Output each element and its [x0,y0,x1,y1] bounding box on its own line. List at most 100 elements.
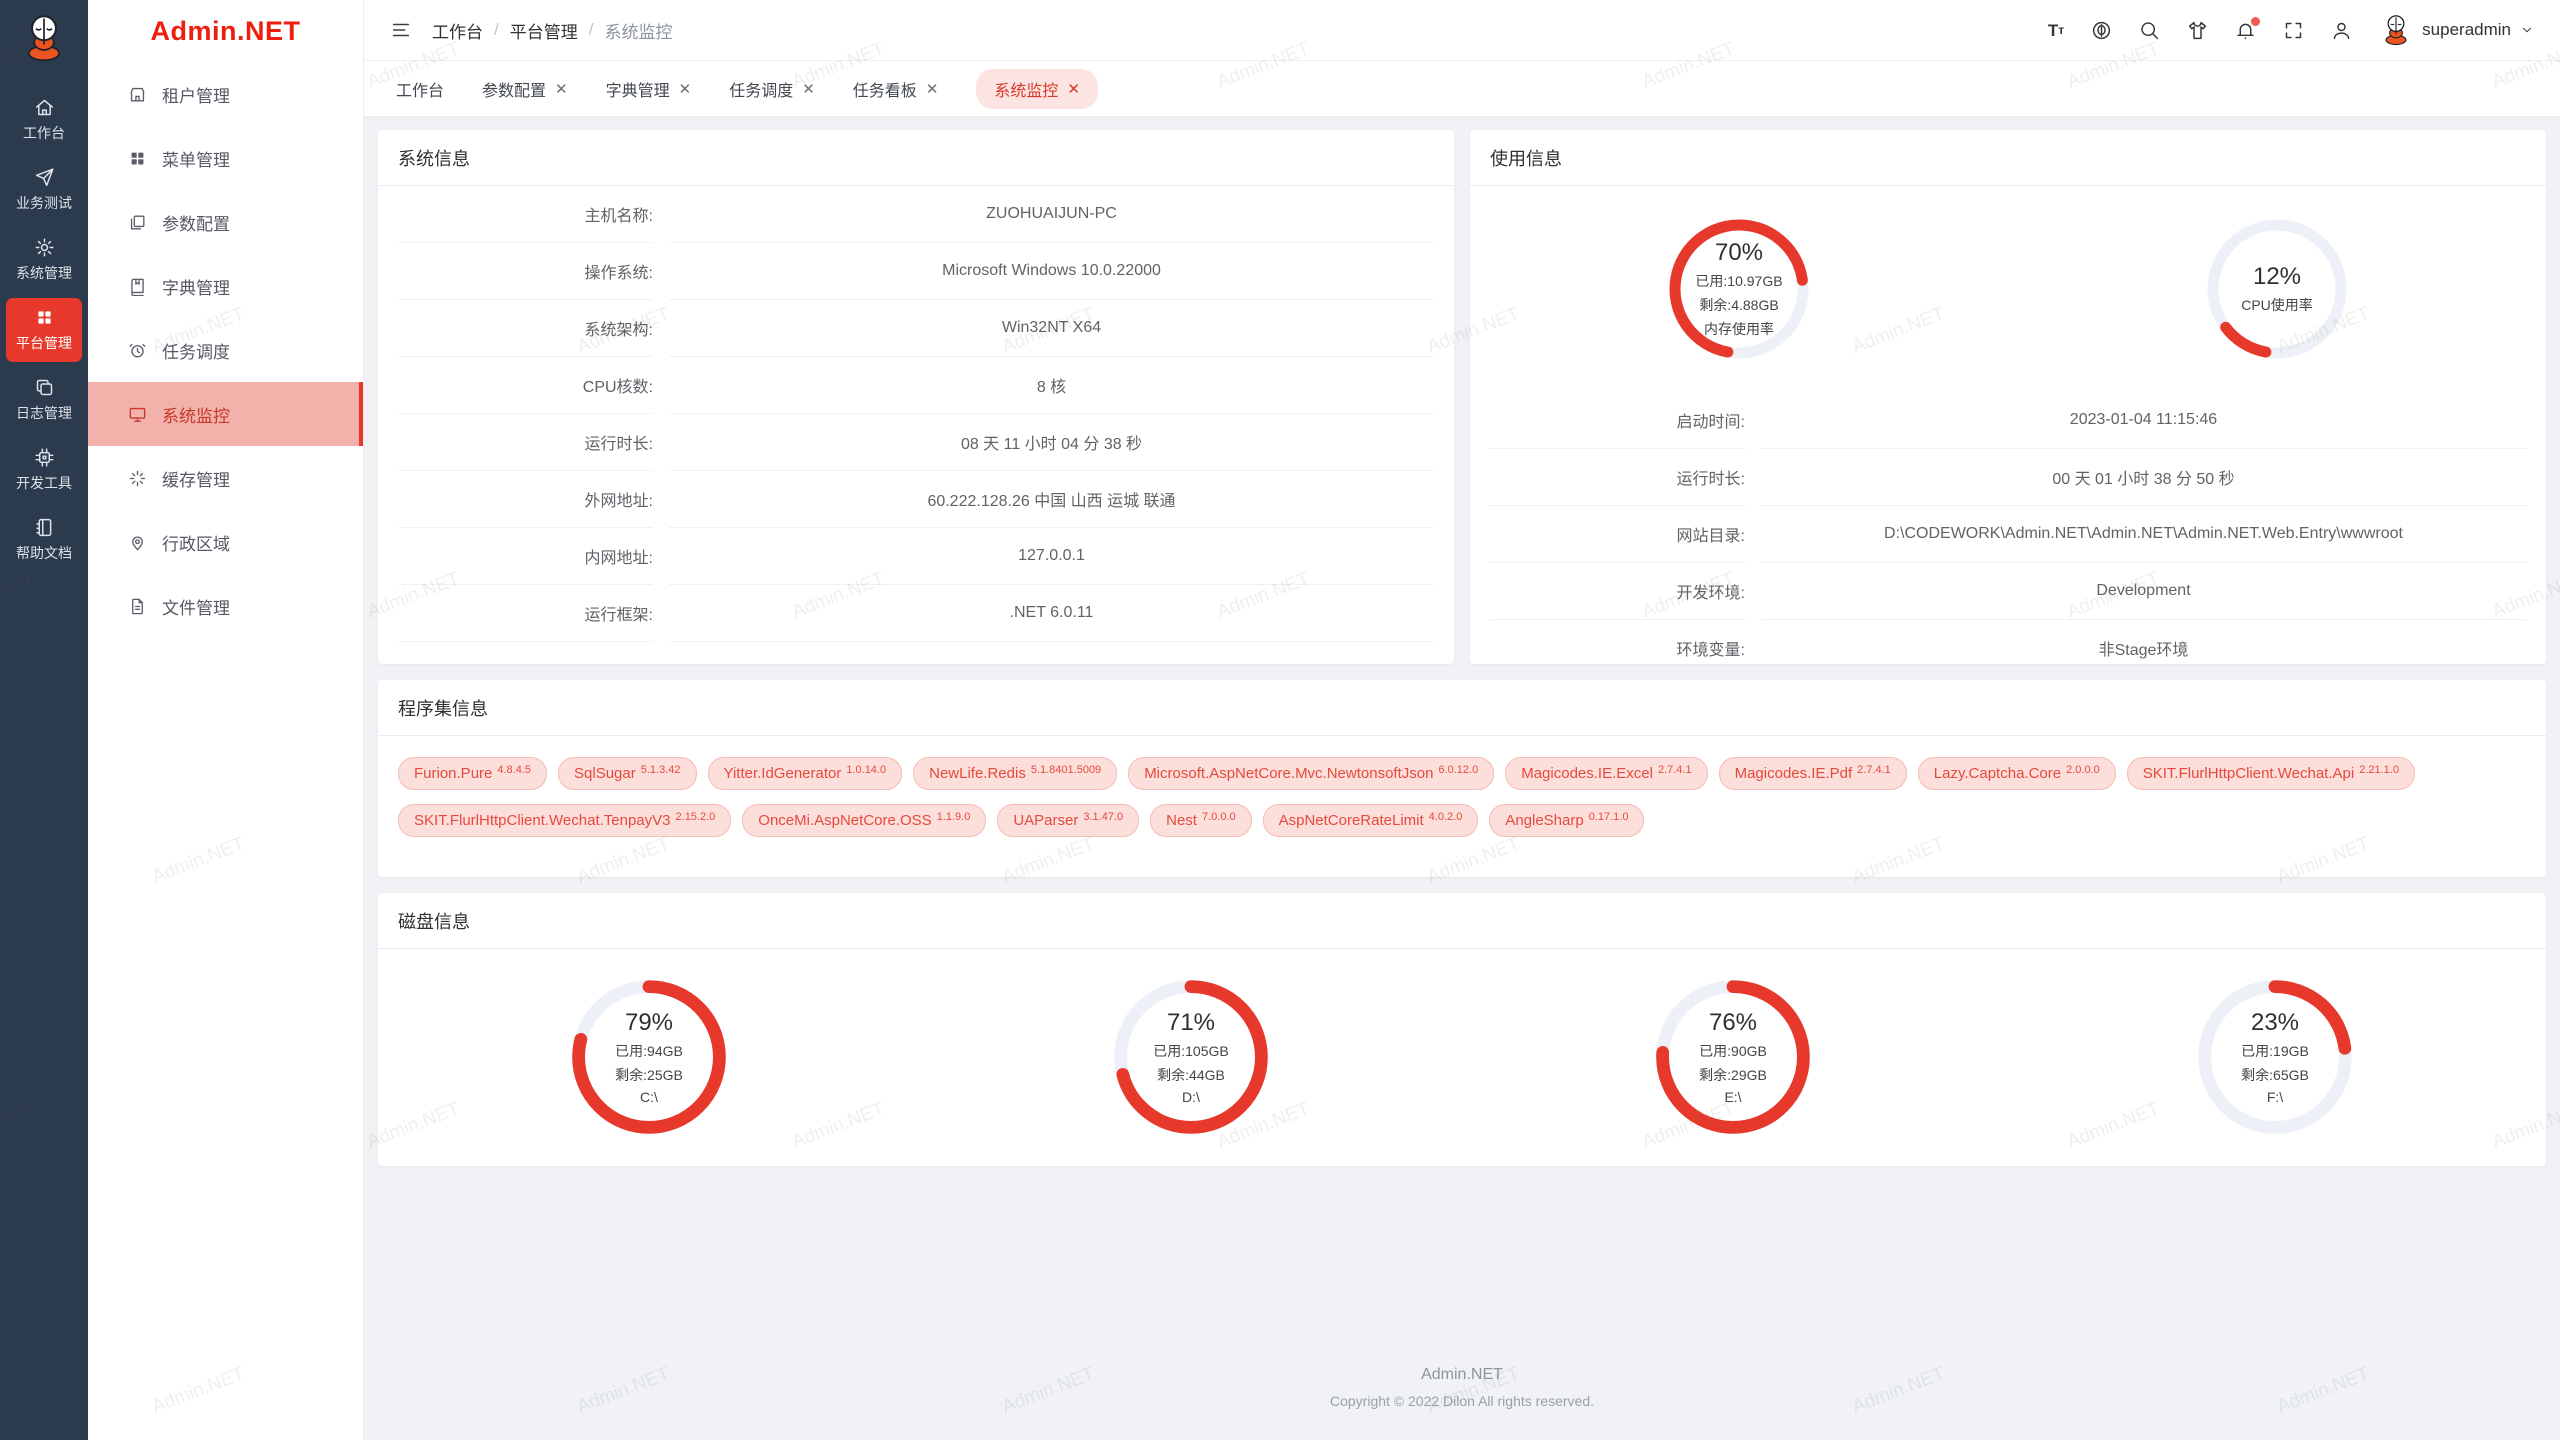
avatar [2379,13,2413,47]
sidebar-item-config[interactable]: 参数配置 [88,190,363,254]
rail-item-help-docs[interactable]: 帮助文档 [6,508,82,572]
sidebar-item-menu[interactable]: 菜单管理 [88,126,363,190]
row-value: D:\CODEWORK\Admin.NET\Admin.NET\Admin.NE… [1761,506,2526,563]
fullscreen-icon[interactable] [2283,20,2304,41]
breadcrumb-separator: / [589,20,594,40]
tab-monitor[interactable]: 系统监控 ✕ [976,69,1098,109]
table-row: 运行时长: 08 天 11 小时 04 分 38 秒 [398,414,1434,471]
page-footer: Admin.NET Copyright © 2022 Dilon All rig… [378,1366,2546,1409]
sidebar-item-schedule[interactable]: 任务调度 [88,318,363,382]
tab-label: 任务调度 [729,77,793,101]
rail-item-label: 开发工具 [16,473,72,493]
gauge-drive: F:\ [2267,1089,2283,1105]
close-icon[interactable]: ✕ [1067,80,1080,98]
tab-task-board[interactable]: 任务看板✕ [853,77,939,101]
page-content: 系统信息 主机名称: ZUOHUAIJUN-PC 操作系统: Microsoft… [364,116,2560,1440]
bell-icon[interactable] [2235,20,2256,41]
breadcrumb-current: 系统监控 [604,18,672,43]
card-title: 程序集信息 [378,680,2546,736]
row-value: 2023-01-04 11:15:46 [1761,392,2526,449]
rail-item-platform-mgmt[interactable]: 平台管理 [6,298,82,362]
card-title: 磁盘信息 [378,893,2546,949]
user-menu[interactable]: superadmin [2379,13,2534,47]
tag-name: SKIT.FlurlHttpClient.Wechat.Api [2143,765,2354,782]
gear-icon [34,237,55,258]
gauge-used: 已用:10.97GB [1695,271,1782,291]
sidebar-item-monitor[interactable]: 系统监控 [88,382,363,446]
gauge-free: 剩余:25GB [615,1065,683,1085]
collapse-menu-icon[interactable] [390,19,412,41]
breadcrumb-platform[interactable]: 平台管理 [510,18,578,43]
table-row: 运行框架: .NET 6.0.11 [398,585,1434,642]
rail-item-biz-test[interactable]: 业务测试 [6,158,82,222]
notification-badge [2251,17,2260,26]
system-info-card: 系统信息 主机名称: ZUOHUAIJUN-PC 操作系统: Microsoft… [378,130,1454,664]
row-label: 外网地址: [398,471,653,528]
sidebar-item-cache[interactable]: 缓存管理 [88,446,363,510]
table-row: 启动时间: 2023-01-04 11:15:46 [1490,392,2526,449]
sidebar-item-label: 文件管理 [162,594,230,619]
tag-version: 7.0.0.0 [1202,811,1236,823]
module-rail: 工作台 业务测试 系统管理 平台管理 日志管理 开发工具 帮助文档 [0,0,88,1440]
theme-shirt-icon[interactable] [2187,20,2208,41]
person-icon[interactable] [2331,20,2352,41]
rail-item-dev-tools[interactable]: 开发工具 [6,438,82,502]
breadcrumb-workbench[interactable]: 工作台 [432,18,483,43]
search-icon[interactable] [2139,20,2160,41]
sidebar-item-dict[interactable]: 字典管理 [88,254,363,318]
sidebar-item-files[interactable]: 文件管理 [88,574,363,638]
close-icon[interactable]: ✕ [926,80,939,98]
table-row: 环境变量: 非Stage环境 [1490,620,2526,677]
row-value: Development [1761,563,2526,620]
rail-item-label: 帮助文档 [16,543,72,563]
tag-version: 2.7.4.1 [1658,764,1692,776]
table-row: 开发环境: Development [1490,563,2526,620]
close-icon[interactable]: ✕ [679,80,692,98]
breadcrumb-separator: / [494,20,499,40]
sidebar-item-region[interactable]: 行政区域 [88,510,363,574]
sidebar-item-tenant[interactable]: 租户管理 [88,62,363,126]
sidebar-item-label: 行政区域 [162,530,230,555]
assembly-tags: Furion.Pure4.8.4.5 SqlSugar5.1.3.42 Yitt… [378,736,2546,858]
tab-label: 系统监控 [994,77,1058,101]
table-row: 内网地址: 127.0.0.1 [398,528,1434,585]
gauge-free: 剩余:44GB [1157,1065,1225,1085]
close-icon[interactable]: ✕ [802,80,815,98]
assembly-tag: Furion.Pure4.8.4.5 [398,757,547,790]
row-label: 操作系统: [398,243,653,300]
table-row: 运行时长: 00 天 01 小时 38 分 50 秒 [1490,449,2526,506]
topbar: 工作台 / 平台管理 / 系统监控 Tт [364,0,2560,60]
table-row: 主机名称: ZUOHUAIJUN-PC [398,186,1434,243]
copy-docs-icon [34,377,55,398]
tab-dict[interactable]: 字典管理✕ [606,77,692,101]
rail-item-system-mgmt[interactable]: 系统管理 [6,228,82,292]
row-value: ZUOHUAIJUN-PC [669,186,1434,243]
monitor-icon [128,405,147,424]
tag-version: 1.0.14.0 [846,764,886,776]
rail-item-log-mgmt[interactable]: 日志管理 [6,368,82,432]
tab-config[interactable]: 参数配置✕ [482,77,568,101]
font-size-icon[interactable]: Tт [2048,20,2064,41]
tag-name: UAParser [1013,812,1078,829]
gauge-percent: 23% [2251,1009,2299,1037]
home-icon [34,97,55,118]
gauge-used: 已用:19GB [2241,1041,2309,1061]
sidebar-item-label: 菜单管理 [162,146,230,171]
row-label: 运行时长: [1490,449,1745,506]
rail-item-workbench[interactable]: 工作台 [6,88,82,152]
tab-schedule[interactable]: 任务调度 ✕ [729,77,815,101]
row-label: 环境变量: [1490,620,1745,677]
row-value: Microsoft Windows 10.0.22000 [669,243,1434,300]
language-icon[interactable] [2091,20,2112,41]
topbar-actions: Tт [2048,13,2534,47]
gauge-free: 剩余:4.88GB [1699,295,1778,315]
row-value: Win32NT X64 [669,300,1434,357]
username: superadmin [2422,20,2511,40]
breadcrumb: 工作台 / 平台管理 / 系统监控 [432,18,672,43]
close-icon[interactable]: ✕ [555,80,568,98]
disk-gauge-e: 76% 已用:90GB 剩余:29GB E:\ [1653,977,1813,1137]
assembly-tag: AngleSharp0.17.1.0 [1489,804,1644,837]
disk-gauges: 79% 已用:94GB 剩余:25GB C:\ 71% [378,949,2546,1165]
tab-workbench[interactable]: 工作台 [396,77,444,101]
tag-version: 0.17.1.0 [1589,811,1629,823]
